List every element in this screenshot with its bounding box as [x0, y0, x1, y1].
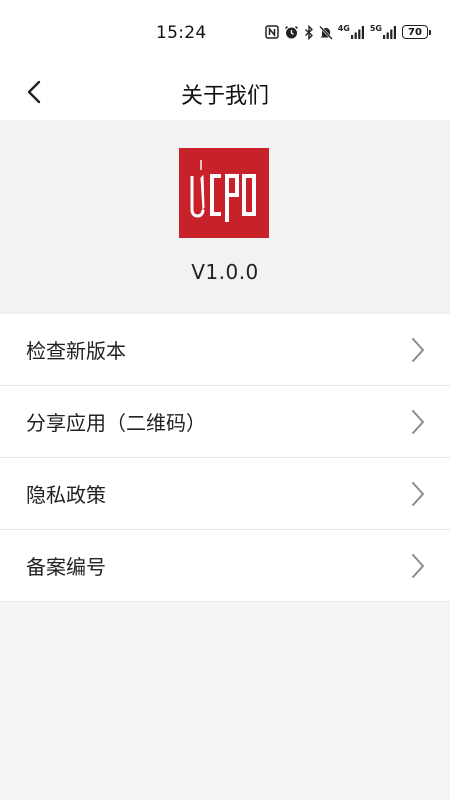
battery-level: 70 [408, 26, 422, 38]
filing-number-item[interactable]: 备案编号 [0, 530, 450, 602]
empty-area [0, 602, 450, 800]
nfc-icon [264, 24, 279, 40]
menu-item-label: 检查新版本 [26, 339, 126, 363]
chevron-right-icon [412, 410, 424, 434]
chevron-right-icon [412, 554, 424, 578]
share-app-qrcode-item[interactable]: 分享应用（二维码） [0, 386, 450, 458]
check-update-item[interactable]: 检查新版本 [0, 314, 450, 386]
chevron-right-icon [412, 338, 424, 362]
chevron-right-icon [412, 482, 424, 506]
battery-icon: 70 [402, 25, 431, 39]
menu-item-label: 备案编号 [26, 555, 106, 579]
menu-item-label: 分享应用（二维码） [26, 411, 206, 435]
app-version: V1.0.0 [191, 260, 259, 284]
signal-4g-icon: 4G [338, 24, 365, 40]
app-info-section: V1.0.0 [0, 120, 450, 314]
mute-icon [318, 24, 333, 40]
privacy-policy-item[interactable]: 隐私政策 [0, 458, 450, 530]
top-bar: 关于我们 [0, 64, 450, 120]
app-logo [179, 148, 269, 238]
status-bar: 15:24 4G 5G 70 [0, 0, 450, 64]
alarm-icon [284, 24, 299, 40]
signal-5g-icon: 5G [370, 24, 397, 40]
status-time: 15:24 [156, 23, 207, 43]
about-menu: 检查新版本 分享应用（二维码） 隐私政策 备案编号 [0, 314, 450, 602]
page-title: 关于我们 [180, 84, 269, 109]
status-icons: 4G 5G 70 [264, 22, 431, 42]
bluetooth-icon [304, 24, 314, 40]
menu-item-label: 隐私政策 [26, 483, 106, 507]
